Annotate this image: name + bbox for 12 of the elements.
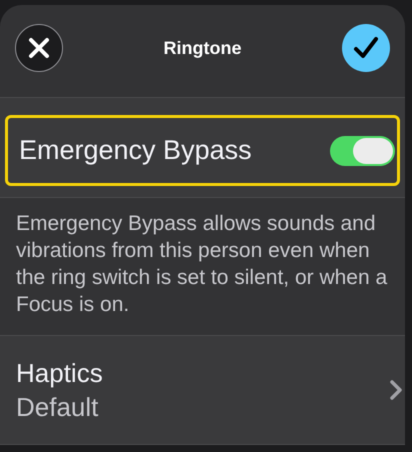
chevron-icon: [390, 380, 402, 400]
description-text: Emergency Bypass allows sounds and vibrations from this person even when the ring switch is set to silent, or when a Focus is on.: [16, 211, 388, 318]
toggle-switch[interactable]: [330, 136, 395, 166]
haptics-row[interactable]: Haptics Default: [0, 335, 405, 445]
confirm-button[interactable]: [342, 24, 390, 72]
close-icon: [28, 37, 50, 59]
row-label: Haptics: [16, 357, 103, 390]
row-value: Default: [16, 391, 100, 424]
sheet-title: Ringtone: [164, 36, 242, 60]
row-label: Emergency Bypass: [19, 134, 252, 168]
close-button[interactable]: [15, 24, 63, 72]
checkmark-icon: [353, 36, 379, 60]
